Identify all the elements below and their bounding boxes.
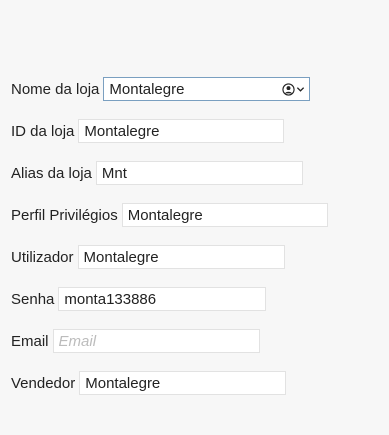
store-form: Nome da loja Montalegre ID da loja Monta…: [0, 0, 389, 435]
email-input[interactable]: Email: [52, 329, 260, 353]
alias-da-loja-value: Mnt: [101, 164, 127, 182]
alias-da-loja-label: Alias da loja: [11, 164, 92, 182]
nome-da-loja-label: Nome da loja: [11, 80, 100, 98]
nome-da-loja-row: Nome da loja Montalegre: [11, 77, 311, 101]
perfil-privilegios-value: Montalegre: [127, 206, 203, 224]
utilizador-input[interactable]: Montalegre: [77, 245, 285, 269]
perfil-privilegios-row: Perfil Privilégios Montalegre: [11, 203, 328, 227]
id-da-loja-value: Montalegre: [84, 122, 160, 140]
vendedor-input[interactable]: Montalegre: [79, 371, 287, 395]
id-da-loja-row: ID da loja Montalegre: [11, 119, 285, 143]
email-row: Email Email: [11, 329, 260, 353]
utilizador-label: Utilizador: [11, 248, 74, 266]
utilizador-row: Utilizador Montalegre: [11, 245, 285, 269]
email-placeholder: Email: [58, 332, 97, 350]
id-da-loja-label: ID da loja: [11, 122, 75, 140]
user-circle-icon: [282, 82, 296, 96]
senha-label: Senha: [11, 290, 55, 308]
perfil-privilegios-label: Perfil Privilégios: [11, 206, 118, 224]
nome-da-loja-select[interactable]: Montalegre: [103, 77, 311, 101]
alias-da-loja-row: Alias da loja Mnt: [11, 161, 303, 185]
chevron-down-icon: [297, 86, 305, 92]
perfil-privilegios-input[interactable]: Montalegre: [121, 203, 328, 227]
utilizador-value: Montalegre: [83, 248, 159, 266]
senha-input[interactable]: monta133886: [58, 287, 267, 311]
senha-value: monta133886: [64, 290, 157, 308]
vendedor-row: Vendedor Montalegre: [11, 371, 287, 395]
id-da-loja-input[interactable]: Montalegre: [78, 119, 285, 143]
vendedor-value: Montalegre: [85, 374, 161, 392]
email-label: Email: [11, 332, 49, 350]
senha-row: Senha monta133886: [11, 287, 267, 311]
nome-da-loja-value: Montalegre: [109, 80, 185, 98]
alias-da-loja-input[interactable]: Mnt: [95, 161, 303, 185]
vendedor-label: Vendedor: [11, 374, 76, 392]
